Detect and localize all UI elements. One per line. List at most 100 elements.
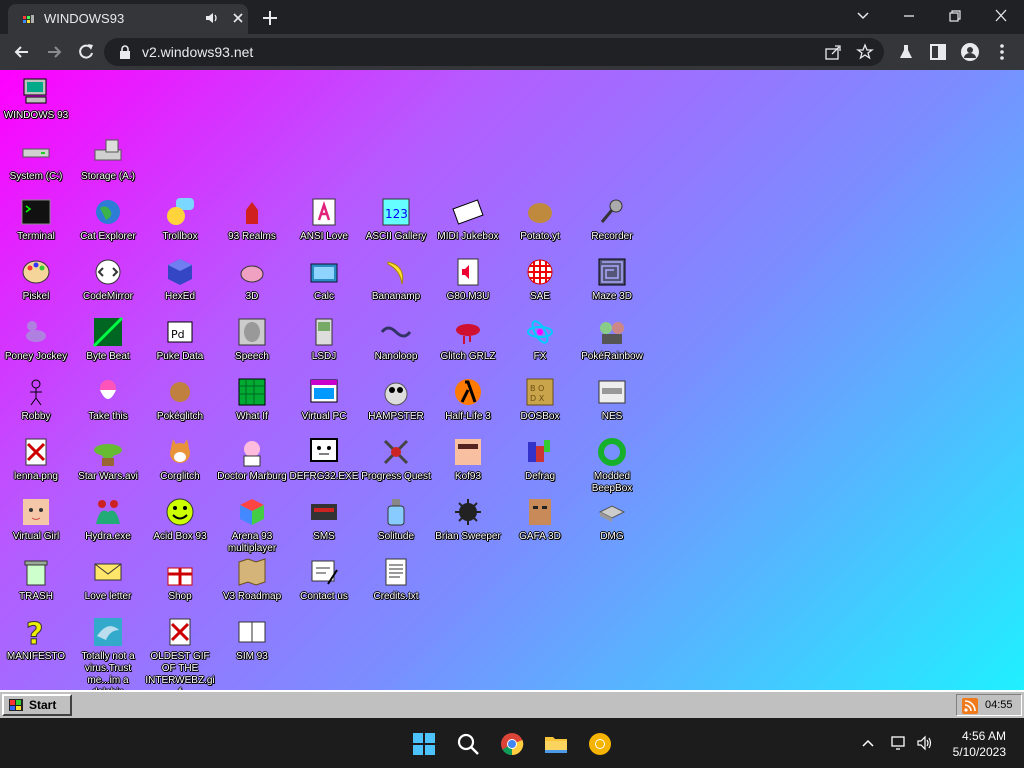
labs-flask-icon[interactable] (896, 42, 916, 62)
desktop-icon[interactable]: lenna.png (0, 436, 72, 483)
volume-icon[interactable] (916, 734, 934, 752)
desktop-icon[interactable]: Love letter (72, 556, 144, 603)
desktop-icon[interactable]: Brian Sweeper (432, 496, 504, 543)
desktop-icon[interactable]: Piskel (0, 256, 72, 303)
windows-start-icon[interactable] (411, 731, 437, 757)
desktop-icon[interactable]: V3 Roadmap (216, 556, 288, 603)
desktop-icon[interactable]: 123 ASCII Gallery (360, 196, 432, 243)
desktop-icon[interactable]: SIM 93 (216, 616, 288, 663)
desktop-icon[interactable]: Trollbox (144, 196, 216, 243)
desktop-icon[interactable]: Maze 3D (576, 256, 648, 303)
desktop-icon[interactable]: DEFRG32.EXE (288, 436, 360, 483)
profile-icon[interactable] (960, 42, 980, 62)
desktop-icon[interactable]: LSDJ (288, 316, 360, 363)
desktop-icon[interactable]: Half-Life 3 (432, 376, 504, 423)
desktop-icon[interactable]: G80.M3U (432, 256, 504, 303)
chevron-down-icon[interactable] (852, 6, 874, 26)
desktop-icon[interactable]: Hydra.exe (72, 496, 144, 543)
desktop-icon[interactable]: Calc (288, 256, 360, 303)
desktop-icon[interactable]: MIDI Jukebox (432, 196, 504, 243)
desktop-icon[interactable]: HAMPSTER (360, 376, 432, 423)
lock-icon[interactable] (118, 44, 132, 60)
back-arrow-icon[interactable] (12, 42, 32, 62)
speaker-icon[interactable] (204, 10, 220, 26)
desktop-icon[interactable]: SAE (504, 256, 576, 303)
desktop-icon[interactable]: Virtual Girl (0, 496, 72, 543)
url-text[interactable]: v2.windows93.net (142, 44, 253, 60)
desktop-icon[interactable]: OLDEST GIF OF THE INTERWEBZ.gif (144, 616, 216, 690)
desktop-icon[interactable]: Recorder (576, 196, 648, 243)
desktop-icon[interactable]: Pd Puke Data (144, 316, 216, 363)
desktop-icon[interactable]: NES (576, 376, 648, 423)
desktop-icon[interactable]: B OD X DOSBox (504, 376, 576, 423)
desktop-icon[interactable]: Progress Quest (360, 436, 432, 483)
desktop-icon[interactable]: Corglitch (144, 436, 216, 483)
desktop-icon[interactable]: Storage (A:) (72, 136, 144, 183)
address-bar[interactable]: v2.windows93.net (104, 38, 884, 66)
desktop-icon[interactable]: Arena 93 multiplayer (216, 496, 288, 555)
reload-icon[interactable] (76, 42, 96, 62)
new-tab-icon[interactable] (260, 8, 280, 28)
minimize-icon[interactable] (898, 6, 920, 26)
desktop-icon[interactable]: 3D (216, 256, 288, 303)
desktop-icon[interactable]: HexEd (144, 256, 216, 303)
desktop-icon[interactable]: Terminal (0, 196, 72, 243)
desktop-icon[interactable]: Robby (0, 376, 72, 423)
forward-arrow-icon[interactable] (44, 42, 64, 62)
desktop-icon[interactable]: 93 Realms (216, 196, 288, 243)
desktop-icon[interactable]: DMG (576, 496, 648, 543)
desktop-icon[interactable]: ? MANIFESTO (0, 616, 72, 663)
desktop-icon[interactable]: Bananamp (360, 256, 432, 303)
chrome-icon[interactable] (499, 731, 525, 757)
desktop-icon[interactable]: Solitude (360, 496, 432, 543)
menu-dots-icon[interactable] (992, 42, 1012, 62)
restore-icon[interactable] (944, 6, 966, 26)
desktop-icon[interactable]: CodeMirror (72, 256, 144, 303)
desktop-icon[interactable]: FX (504, 316, 576, 363)
desktop-icon[interactable]: Nanoloop (360, 316, 432, 363)
desktop-icon[interactable]: TRASH (0, 556, 72, 603)
bookmark-star-icon[interactable] (856, 43, 874, 61)
search-icon[interactable] (455, 731, 481, 757)
desktop-icon[interactable]: Take this (72, 376, 144, 423)
chevron-up-icon[interactable] (860, 736, 876, 750)
desktop-icon[interactable]: WINDOWS 93 (0, 75, 72, 122)
desktop-icon[interactable]: Modded BeepBox (576, 436, 648, 495)
network-icon[interactable] (890, 734, 908, 752)
desktop-icon[interactable]: Shop (144, 556, 216, 603)
desktop-icon[interactable]: ANSI Love (288, 196, 360, 243)
dmg-icon (598, 505, 626, 522)
system-date: 5/10/2023 (952, 745, 1006, 759)
desktop-icon[interactable]: What If (216, 376, 288, 423)
desktop-icon[interactable]: SMS (288, 496, 360, 543)
system-clock[interactable]: 4:56 AM 5/10/2023 (948, 728, 1006, 760)
desktop-icon[interactable]: Acid Box 93 (144, 496, 216, 543)
desktop-icon[interactable]: Pokéglitch (144, 376, 216, 423)
desktop-icon[interactable]: Defrag (504, 436, 576, 483)
desktop-icon[interactable]: Byte Beat (72, 316, 144, 363)
file-explorer-icon[interactable] (543, 731, 569, 757)
desktop-icon[interactable]: Kof93 (432, 436, 504, 483)
desktop-icon[interactable]: Speech (216, 316, 288, 363)
rss-icon[interactable] (962, 698, 978, 714)
desktop-icon[interactable]: System (C:) (0, 136, 72, 183)
desktop-icon[interactable]: Poney Jockey (0, 316, 72, 363)
side-panel-icon[interactable] (928, 42, 948, 62)
desktop-icon[interactable]: Totally not a virus.Trust me...im a dolp… (72, 616, 144, 690)
desktop-icon[interactable]: Doctor Marburg (216, 436, 288, 483)
chrome-canary-icon[interactable] (587, 731, 613, 757)
desktop-icon[interactable]: Potato.yt (504, 196, 576, 243)
desktop-icon[interactable]: Star Wars.avi (72, 436, 144, 483)
tab-close-icon[interactable] (230, 10, 246, 26)
share-icon[interactable] (824, 44, 842, 60)
desktop-icon[interactable]: Glitch GRLZ (432, 316, 504, 363)
desktop-icon[interactable]: Credits.txt (360, 556, 432, 603)
desktop-icon[interactable]: PokéRainbow (576, 316, 648, 363)
start-button[interactable]: Start (2, 694, 72, 716)
desktop-icon[interactable]: Cat Explorer (72, 196, 144, 243)
browser-tab[interactable]: WINDOWS93 (8, 4, 248, 34)
close-window-icon[interactable] (990, 6, 1012, 26)
desktop-icon[interactable]: GAFA 3D (504, 496, 576, 543)
desktop-icon[interactable]: Virtual PC (288, 376, 360, 423)
desktop-icon[interactable]: Contact us (288, 556, 360, 603)
